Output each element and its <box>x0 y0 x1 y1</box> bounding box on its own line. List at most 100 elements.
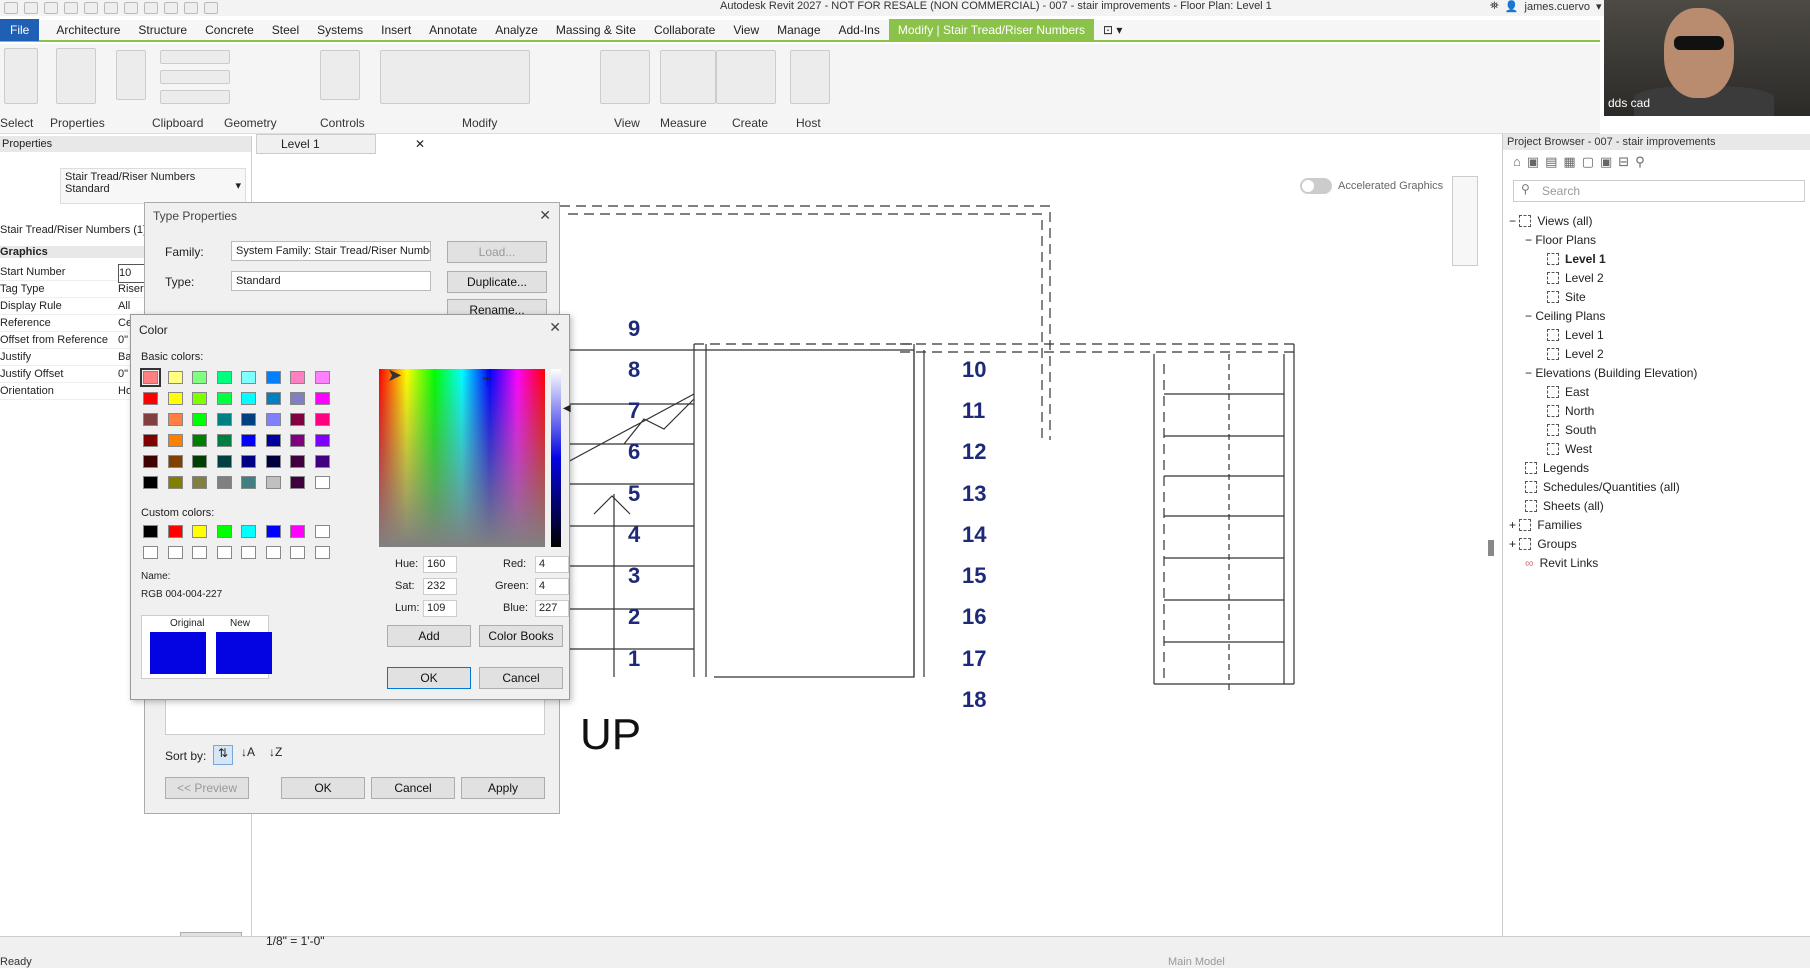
close-icon[interactable]: ✕ <box>549 319 561 336</box>
view-scale[interactable]: 1/8" = 1'-0" <box>266 934 325 948</box>
tab-insert[interactable]: Insert <box>372 19 420 41</box>
paste-icon[interactable] <box>116 50 146 100</box>
luminance-pointer-icon[interactable]: ◀ <box>563 403 571 414</box>
redo-icon[interactable] <box>84 2 98 14</box>
tree-ceiling-level-2[interactable]: Level 2 <box>1547 347 1604 361</box>
prop-row-start-number[interactable]: Start Number 10 <box>0 264 148 283</box>
close-hidden-icon[interactable] <box>204 2 218 14</box>
basic-color-swatch[interactable] <box>265 392 281 405</box>
add-custom-color-button[interactable]: Add <box>387 625 471 647</box>
custom-color-swatch[interactable] <box>290 525 305 538</box>
user-menu[interactable]: ⛯ 👤 james.cuervo ▾ <box>1490 0 1601 13</box>
basic-color-swatch[interactable] <box>265 434 281 447</box>
custom-color-swatch[interactable] <box>265 525 281 538</box>
custom-color-swatch[interactable] <box>241 546 256 559</box>
basic-color-swatch[interactable] <box>167 434 183 447</box>
type-props-ok-button[interactable]: OK <box>281 777 365 799</box>
basic-color-swatch[interactable] <box>265 371 281 384</box>
basic-color-swatch[interactable] <box>167 392 183 405</box>
lum-field[interactable]: 109 <box>423 600 457 617</box>
color-cancel-button[interactable]: Cancel <box>479 667 563 689</box>
tree-floor-plan-site[interactable]: Site <box>1547 290 1586 304</box>
sort-grouped-icon[interactable]: ⇅ <box>213 745 233 765</box>
type-selector[interactable]: Stair Tread/Riser Numbers Standard ▾ <box>60 168 246 204</box>
basic-color-swatch[interactable] <box>216 455 232 468</box>
basic-color-swatch[interactable] <box>192 434 207 447</box>
basic-color-swatch[interactable] <box>167 413 183 426</box>
open-icon[interactable] <box>4 2 18 14</box>
basic-color-swatch[interactable] <box>216 413 232 426</box>
save-icon[interactable] <box>24 2 38 14</box>
basic-color-swatch[interactable] <box>192 371 207 384</box>
basic-color-swatch[interactable] <box>290 455 305 468</box>
luminance-slider[interactable] <box>551 369 561 547</box>
prop-row-justify[interactable]: Justify Ba <box>0 349 148 366</box>
tree-views-all[interactable]: − Views (all) <box>1509 214 1592 228</box>
tab-analyze[interactable]: Analyze <box>486 19 547 41</box>
tab-concrete[interactable]: Concrete <box>196 19 263 41</box>
basic-color-swatch[interactable] <box>290 392 305 405</box>
sort-ascending-icon[interactable]: ↓A <box>241 745 255 759</box>
basic-color-swatch[interactable] <box>241 392 256 405</box>
hue-field[interactable]: 160 <box>423 556 457 573</box>
family-select[interactable]: System Family: Stair Tread/Riser Numbe <box>231 241 431 261</box>
tree-elevation-west[interactable]: West <box>1547 442 1592 456</box>
basic-color-swatch[interactable] <box>290 434 305 447</box>
tree-ceiling-level-1[interactable]: Level 1 <box>1547 328 1604 342</box>
create-tools-icon[interactable] <box>716 50 776 104</box>
section-icon[interactable] <box>184 2 198 14</box>
join-icon[interactable] <box>160 90 230 104</box>
prop-row-orientation[interactable]: Orientation Ho <box>0 383 148 400</box>
sat-field[interactable]: 232 <box>423 578 457 595</box>
tab-view[interactable]: View <box>724 19 768 41</box>
tab-annotate[interactable]: Annotate <box>420 19 486 41</box>
tree-floor-plan-level-2[interactable]: Level 2 <box>1547 271 1604 285</box>
tree-elevations[interactable]: − Elevations (Building Elevation) <box>1525 366 1697 380</box>
blue-field[interactable]: 227 <box>535 600 569 617</box>
close-icon[interactable]: ✕ <box>539 207 551 224</box>
view-tab-level-1[interactable]: Level 1 ✕ <box>256 134 425 154</box>
tab-steel[interactable]: Steel <box>263 19 308 41</box>
custom-color-swatch[interactable] <box>290 546 305 559</box>
text-icon[interactable] <box>144 2 158 14</box>
properties-icon[interactable] <box>56 48 96 104</box>
green-field[interactable]: 4 <box>535 578 569 595</box>
tab-add-ins[interactable]: Add-Ins <box>830 19 889 41</box>
tree-floor-plan-level-1[interactable]: Level 1 <box>1547 252 1606 266</box>
basic-color-swatch[interactable] <box>290 371 305 384</box>
basic-color-swatch[interactable] <box>192 413 207 426</box>
tree-legends[interactable]: Legends <box>1525 461 1589 475</box>
type-select[interactable]: Standard <box>231 271 431 291</box>
copy-icon[interactable] <box>160 50 230 64</box>
navigation-bar[interactable] <box>1452 176 1478 266</box>
browser-search-input[interactable]: Search <box>1513 180 1805 202</box>
custom-color-swatch[interactable] <box>314 546 330 559</box>
basic-color-swatch[interactable] <box>290 413 305 426</box>
basic-color-swatch[interactable] <box>241 371 256 384</box>
basic-color-swatch[interactable] <box>265 476 281 489</box>
prop-row-offset[interactable]: Offset from Reference 0" <box>0 332 148 349</box>
basic-color-swatch[interactable] <box>314 455 330 468</box>
custom-color-swatch[interactable] <box>265 546 281 559</box>
active-model[interactable]: Main Model <box>1168 956 1225 968</box>
basic-color-swatch[interactable] <box>143 413 158 426</box>
basic-color-swatch[interactable] <box>167 455 183 468</box>
close-icon[interactable]: ✕ <box>415 135 425 153</box>
basic-color-swatch[interactable] <box>216 392 232 405</box>
basic-color-swatch[interactable] <box>265 455 281 468</box>
tree-elevation-east[interactable]: East <box>1547 385 1589 399</box>
type-props-cancel-button[interactable]: Cancel <box>371 777 455 799</box>
basic-color-swatch[interactable] <box>192 392 207 405</box>
basic-color-swatch[interactable] <box>290 476 305 489</box>
prop-row-justify-offset[interactable]: Justify Offset 0" <box>0 366 148 383</box>
basic-color-swatch[interactable] <box>241 476 256 489</box>
3d-view-icon[interactable] <box>164 2 178 14</box>
tree-sheets[interactable]: Sheets (all) <box>1525 499 1604 513</box>
custom-color-swatch[interactable] <box>314 525 330 538</box>
tree-elevation-south[interactable]: South <box>1547 423 1596 437</box>
tab-structure[interactable]: Structure <box>129 19 196 41</box>
basic-color-swatch[interactable] <box>241 455 256 468</box>
view-tools-icon[interactable] <box>600 50 650 104</box>
basic-color-swatch[interactable] <box>192 476 207 489</box>
custom-color-swatch[interactable] <box>192 546 207 559</box>
